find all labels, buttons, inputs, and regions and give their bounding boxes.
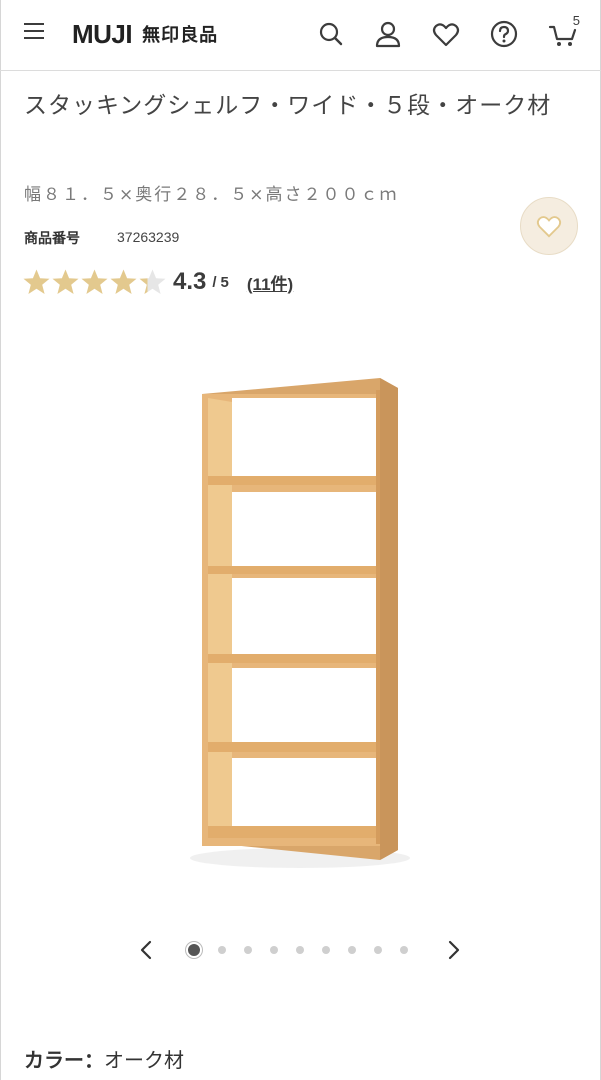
carousel-dot[interactable]	[400, 946, 408, 954]
favorite-button[interactable]	[520, 197, 578, 255]
product-code-label: 商品番号	[24, 231, 80, 247]
logo-text-en: MUJI	[72, 18, 133, 49]
star-icon	[22, 268, 51, 296]
carousel-dot[interactable]	[296, 946, 304, 954]
star-icon	[51, 268, 80, 296]
image-carousel	[0, 930, 601, 970]
color-selection: カラー：オーク材	[24, 1044, 184, 1073]
muji-logo[interactable]: MUJI 無印良品	[72, 17, 218, 51]
carousel-dot[interactable]	[270, 946, 278, 954]
carousel-dot[interactable]	[322, 946, 330, 954]
help-icon[interactable]	[489, 19, 519, 49]
logo-text-jp: 無印良品	[142, 25, 219, 46]
product-size: 幅８１．５×奥行２８．５×高さ２００ｃｍ	[24, 185, 399, 205]
rating-stars	[22, 268, 167, 296]
product-title: スタッキングシェルフ・ワイド・５段・オーク材	[24, 93, 552, 119]
review-count-link[interactable]: (11件)	[247, 270, 293, 295]
heart-icon	[536, 216, 562, 238]
product-rating: 4.3 / 5 (11件)	[22, 268, 293, 296]
chevron-right-icon[interactable]	[442, 936, 466, 964]
product-code-value: 37263239	[117, 229, 180, 245]
cart-icon[interactable]: 5	[548, 13, 580, 49]
search-icon[interactable]	[316, 19, 346, 49]
star-icon	[138, 268, 167, 296]
color-value: オーク材	[104, 1048, 184, 1072]
carousel-dot[interactable]	[244, 946, 252, 954]
cart-count-badge: 5	[572, 13, 580, 28]
user-icon[interactable]	[373, 19, 403, 49]
star-icon	[109, 268, 138, 296]
carousel-dot[interactable]	[348, 946, 356, 954]
carousel-dot[interactable]	[186, 942, 202, 958]
carousel-dot[interactable]	[374, 946, 382, 954]
rating-max: 5	[220, 273, 229, 291]
hamburger-menu-icon[interactable]	[24, 23, 46, 45]
carousel-dot[interactable]	[218, 946, 226, 954]
chevron-left-icon[interactable]	[134, 936, 158, 964]
product-image[interactable]	[180, 370, 420, 870]
star-icon	[80, 268, 109, 296]
heart-icon[interactable]	[431, 19, 461, 49]
rating-slash: /	[212, 273, 217, 291]
site-header: MUJI 無印良品 5	[0, 0, 601, 71]
color-label: カラー：	[24, 1048, 104, 1072]
carousel-dots	[186, 942, 426, 958]
stacking-shelf-image	[190, 378, 410, 868]
rating-score: 4.3	[173, 268, 207, 295]
